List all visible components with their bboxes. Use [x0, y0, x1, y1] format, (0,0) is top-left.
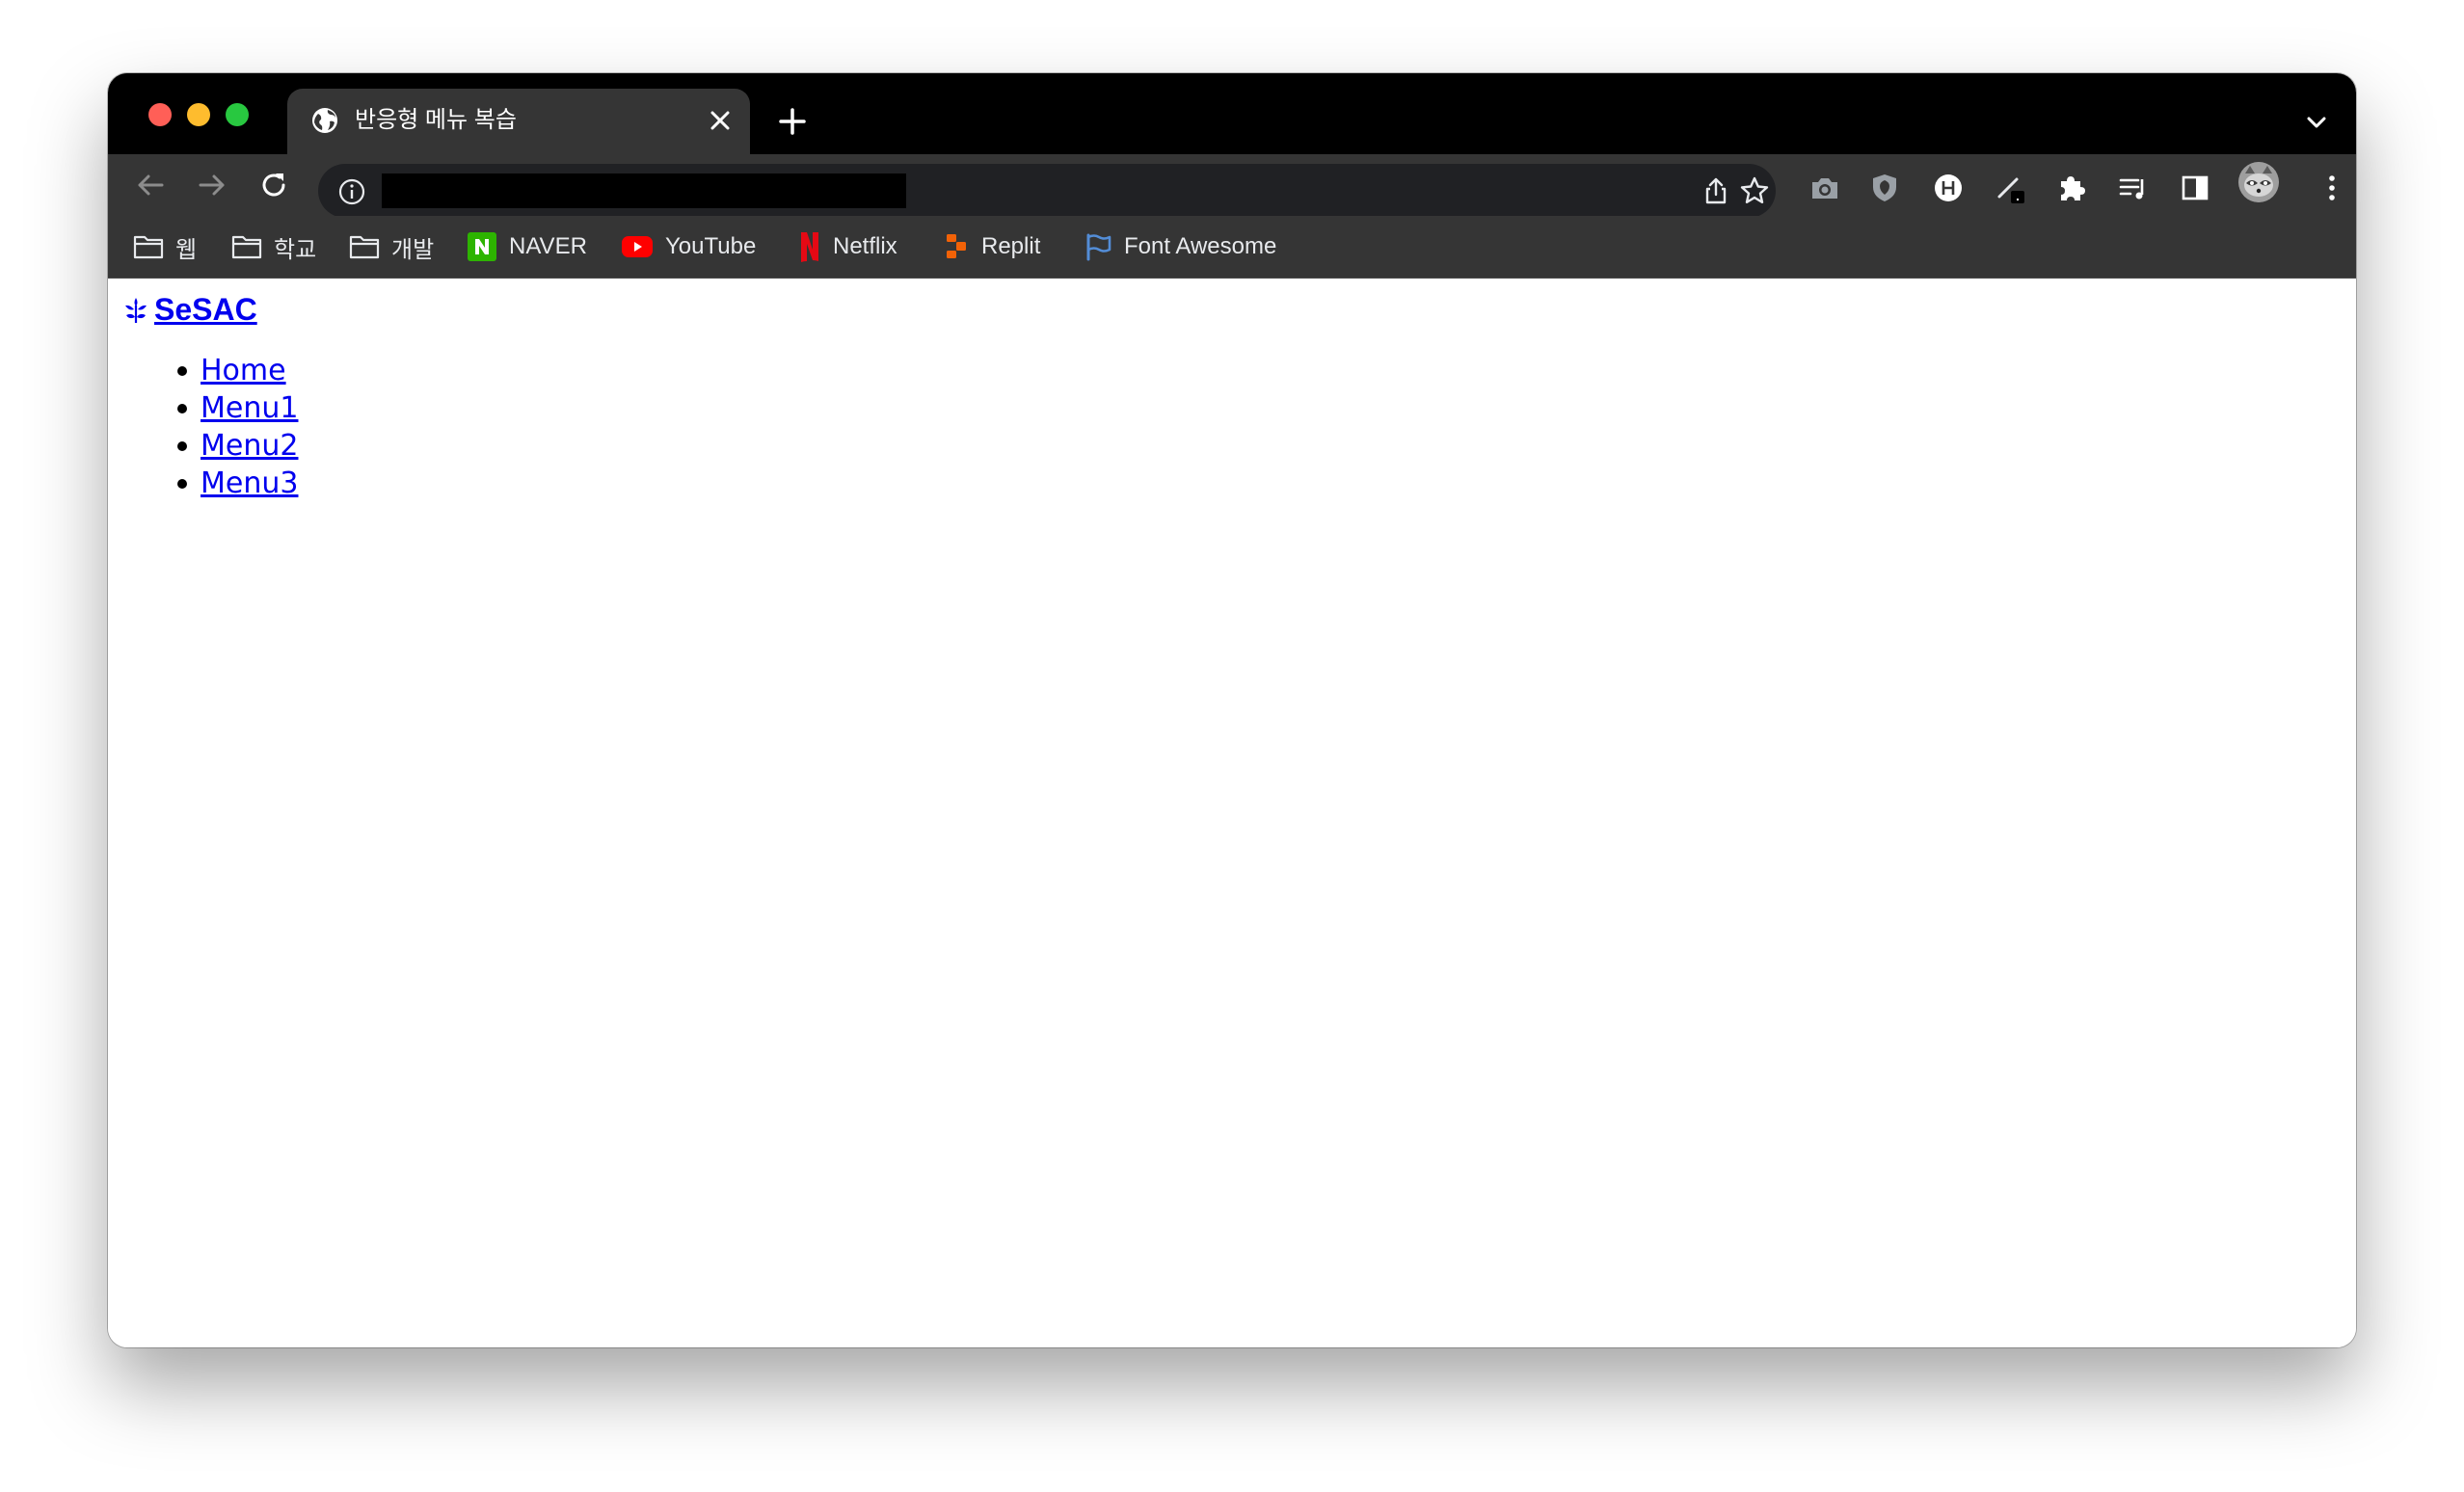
nav-menu: Home Menu1 Menu2 Menu3 — [108, 352, 298, 502]
leaf-icon — [125, 297, 147, 323]
tab-title: 반응형 메뉴 복습 — [355, 107, 517, 133]
info-icon[interactable] — [337, 177, 366, 206]
address-bar[interactable] — [318, 164, 1776, 218]
raccoon-icon — [2238, 162, 2279, 202]
close-window-button[interactable] — [148, 103, 172, 126]
naver-icon — [468, 232, 496, 261]
toolbar — [108, 154, 2356, 218]
globe-icon — [312, 108, 337, 133]
browser-window: 반응형 메뉴 복습 웹 학교 개발 NAVER YouTube Netflix … — [108, 73, 2356, 1347]
bookmark-youtube[interactable]: YouTube — [621, 229, 756, 264]
logo-text: SeSAC — [154, 292, 257, 327]
font-awesome-icon — [1086, 233, 1111, 261]
url-input[interactable] — [382, 173, 906, 208]
menu-link-home[interactable]: Home — [201, 354, 286, 387]
bookmark-folder-school[interactable]: 학교 — [231, 229, 316, 264]
bookmark-label: Netflix — [833, 233, 897, 259]
replit-icon — [947, 234, 966, 258]
puzzle-icon[interactable] — [2055, 172, 2088, 204]
bookmark-font-awesome[interactable]: Font Awesome — [1084, 229, 1276, 264]
menu-item-menu1: Menu1 — [176, 389, 298, 427]
bookmark-netflix[interactable]: Netflix — [798, 229, 897, 264]
menu-link-menu3[interactable]: Menu3 — [201, 466, 298, 500]
bookmark-label: NAVER — [509, 233, 587, 259]
bookmark-label: Replit — [981, 233, 1041, 259]
back-arrow-icon[interactable] — [133, 168, 168, 202]
new-tab-icon[interactable] — [777, 106, 808, 137]
extension-h-icon[interactable] — [1932, 172, 1965, 204]
share-icon[interactable] — [1701, 175, 1731, 206]
logo-link[interactable]: SeSAC — [123, 292, 257, 328]
page-content: SeSAC Home Menu1 Menu2 Menu3 — [108, 279, 2356, 1347]
bookmark-label: 개발 — [391, 236, 435, 263]
menu-link-menu2[interactable]: Menu2 — [201, 429, 298, 463]
bookmark-folder-dev[interactable]: 개발 — [349, 229, 434, 264]
bookmark-label: Font Awesome — [1124, 233, 1277, 259]
folder-icon — [231, 235, 262, 259]
close-tab-icon[interactable] — [708, 108, 733, 133]
reading-list-icon[interactable] — [2117, 172, 2150, 204]
bookmark-naver[interactable]: NAVER — [467, 229, 587, 264]
bookmark-label: YouTube — [665, 233, 757, 259]
active-tab[interactable]: 반응형 메뉴 복습 — [287, 89, 750, 154]
camera-icon[interactable] — [1808, 172, 1841, 204]
bookmark-folder-web[interactable]: 웹 — [133, 229, 197, 264]
bookmarks-bar: 웹 학교 개발 NAVER YouTube Netflix Replit Fon… — [108, 216, 2356, 279]
pen-icon[interactable] — [1994, 172, 2026, 204]
star-icon[interactable] — [1739, 175, 1770, 206]
bookmark-replit[interactable]: Replit — [943, 229, 1040, 264]
side-panel-icon[interactable] — [2179, 172, 2211, 204]
folder-icon — [133, 235, 164, 259]
reload-icon[interactable] — [256, 168, 291, 202]
bookmark-label: 학교 — [274, 236, 317, 263]
menu-link-menu1[interactable]: Menu1 — [201, 391, 298, 425]
more-menu-icon[interactable] — [2316, 172, 2348, 204]
profile-avatar[interactable] — [2238, 162, 2279, 202]
folder-icon — [349, 235, 380, 259]
chevron-down-icon[interactable] — [2304, 110, 2329, 135]
minimize-window-button[interactable] — [187, 103, 210, 126]
forward-arrow-icon[interactable] — [195, 168, 229, 202]
menu-item-menu3: Menu3 — [176, 465, 298, 502]
shield-icon[interactable] — [1868, 172, 1901, 204]
maximize-window-button[interactable] — [226, 103, 249, 126]
youtube-icon — [622, 236, 653, 257]
menu-item-home: Home — [176, 352, 298, 389]
bookmark-label: 웹 — [175, 236, 198, 263]
netflix-icon — [801, 232, 818, 262]
menu-item-menu2: Menu2 — [176, 427, 298, 465]
tab-strip: 반응형 메뉴 복습 — [108, 73, 2356, 154]
